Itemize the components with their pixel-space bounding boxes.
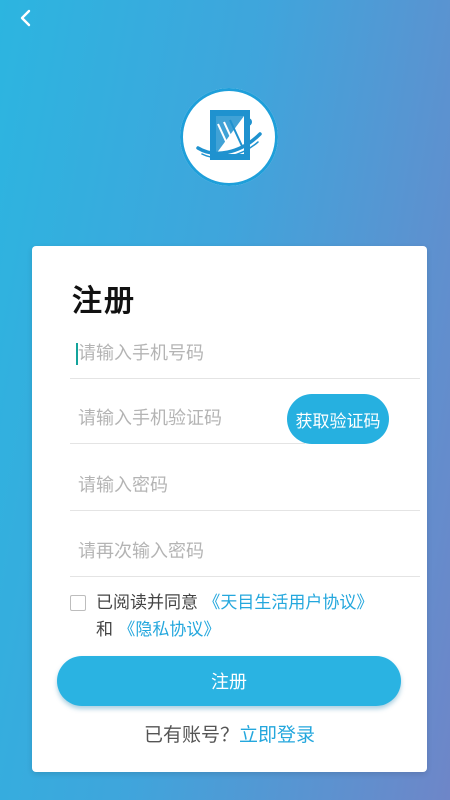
password-confirm-field[interactable] xyxy=(70,526,420,577)
app-logo xyxy=(180,88,278,186)
user-agreement-link[interactable]: 《天目生活用户协议》 xyxy=(203,593,373,613)
agreement-line-1: 已阅读并同意 《天目生活用户协议》 xyxy=(96,590,373,616)
phone-input[interactable] xyxy=(70,328,420,378)
login-link[interactable]: 立即登录 xyxy=(239,724,315,746)
page-title: 注册 xyxy=(72,284,136,319)
chevron-left-icon xyxy=(20,9,31,27)
password-confirm-input[interactable] xyxy=(70,526,420,576)
register-card: 注册 获取验证码 已阅读并同意 《天目生活用户协议》 和 《隐私协议》 xyxy=(32,246,427,772)
register-screen: 注册 获取验证码 已阅读并同意 《天目生活用户协议》 和 《隐私协议》 xyxy=(0,0,450,800)
privacy-policy-link[interactable]: 《隐私协议》 xyxy=(118,620,220,640)
password-input[interactable] xyxy=(70,460,420,510)
login-row: 已有账号？立即登录 xyxy=(32,720,427,747)
phone-field[interactable] xyxy=(70,328,420,379)
password-field[interactable] xyxy=(70,460,420,511)
code-field[interactable] xyxy=(70,393,305,444)
login-prompt: 已有账号？ xyxy=(143,724,239,746)
register-button[interactable]: 注册 xyxy=(57,656,401,706)
agreement-and: 和 xyxy=(96,620,113,640)
agreement-prefix: 已阅读并同意 xyxy=(96,593,198,613)
text-cursor xyxy=(76,343,78,365)
agreement-line-2: 和 《隐私协议》 xyxy=(96,617,220,643)
logo-icon xyxy=(196,110,262,160)
back-button[interactable] xyxy=(14,6,38,30)
agreement-checkbox[interactable] xyxy=(70,595,86,611)
code-input[interactable] xyxy=(70,393,305,443)
get-code-button[interactable]: 获取验证码 xyxy=(287,394,389,444)
